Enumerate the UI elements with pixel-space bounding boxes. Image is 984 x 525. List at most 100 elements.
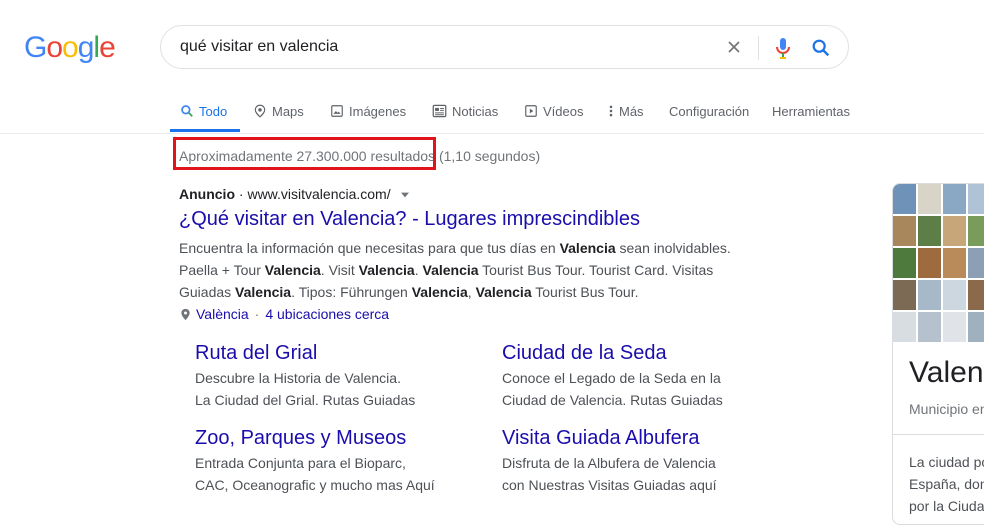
sitelink-title[interactable]: Ruta del Grial bbox=[195, 342, 317, 365]
ad-desc-text: Encuentra la información que necesitas p… bbox=[179, 240, 560, 256]
photo-thumbnail[interactable] bbox=[893, 248, 916, 278]
tab-maps[interactable]: Maps bbox=[253, 101, 304, 121]
search-icon bbox=[181, 105, 193, 117]
sitelink-desc-line: Disfruta de la Albufera de Valencia bbox=[502, 455, 716, 471]
photo-thumbnail[interactable] bbox=[893, 280, 916, 310]
tab-label: Vídeos bbox=[543, 103, 584, 119]
tab-label: Herramientas bbox=[772, 103, 851, 119]
ad-desc-bold: Valencia bbox=[559, 240, 616, 256]
active-tab-indicator bbox=[170, 129, 240, 132]
search-divider bbox=[758, 36, 759, 60]
tab-configuracion[interactable]: Configuración bbox=[669, 101, 749, 121]
knowledge-panel-subtitle: Municipio en bbox=[909, 401, 984, 417]
logo-letter: G bbox=[24, 31, 47, 64]
ad-desc-text: Tourist Bus Tour. bbox=[531, 284, 639, 300]
sitelink-desc: Disfruta de la Albufera de Valencia con … bbox=[502, 452, 717, 496]
sitelink-desc-line: Descubre la Historia de Valencia. bbox=[195, 370, 401, 386]
photo-thumbnail[interactable] bbox=[943, 280, 966, 310]
logo-letter: o bbox=[62, 31, 79, 64]
ad-desc-bold: Valencia bbox=[358, 262, 415, 278]
highlight-box bbox=[173, 137, 436, 170]
kp-desc-line: La ciudad po bbox=[909, 454, 984, 470]
search-input[interactable]: qué visitar en valencia bbox=[180, 38, 338, 56]
more-vert-icon bbox=[609, 105, 613, 117]
map-pin-icon bbox=[254, 104, 266, 118]
photo-thumbnail[interactable] bbox=[968, 216, 984, 246]
photo-thumbnail[interactable] bbox=[893, 312, 916, 342]
photo-thumbnail[interactable] bbox=[918, 248, 941, 278]
photo-thumbnail[interactable] bbox=[893, 184, 916, 214]
ad-desc-bold: Valencia bbox=[235, 284, 292, 300]
close-icon[interactable] bbox=[724, 37, 744, 57]
ad-desc-bold: Valencia bbox=[411, 284, 468, 300]
photo-thumbnail[interactable] bbox=[918, 280, 941, 310]
logo-letter: g bbox=[77, 31, 95, 64]
photo-thumbnail[interactable] bbox=[968, 184, 984, 214]
ad-desc-bold: Valencia bbox=[422, 262, 479, 278]
ad-desc-line-2: Paella + Tour Valencia. Visit Valencia. … bbox=[179, 259, 779, 281]
sitelink-title[interactable]: Ciudad de la Seda bbox=[502, 342, 667, 365]
location-separator: · bbox=[254, 306, 260, 322]
tab-todo[interactable]: Todo bbox=[180, 101, 227, 121]
photo-thumbnail[interactable] bbox=[943, 312, 966, 342]
ad-location[interactable]: València · 4 ubicaciones cerca bbox=[181, 306, 389, 322]
tab-videos[interactable]: Vídeos bbox=[524, 101, 583, 121]
photo-thumbnail[interactable] bbox=[943, 248, 966, 278]
knowledge-panel-divider bbox=[893, 434, 984, 435]
photo-thumbnail[interactable] bbox=[918, 216, 941, 246]
tab-imagenes[interactable]: Imágenes bbox=[330, 101, 406, 121]
photo-thumbnail[interactable] bbox=[943, 184, 966, 214]
search-icon[interactable] bbox=[810, 37, 832, 59]
photo-thumbnail[interactable] bbox=[893, 216, 916, 246]
ad-label: Anuncio bbox=[179, 186, 235, 202]
locations-more-link[interactable]: 4 ubicaciones cerca bbox=[265, 306, 389, 322]
tab-label: Maps bbox=[272, 103, 304, 119]
tab-herramientas[interactable]: Herramientas bbox=[772, 101, 850, 121]
photo-thumbnail[interactable] bbox=[968, 248, 984, 278]
photo-thumbnail[interactable] bbox=[943, 216, 966, 246]
knowledge-panel-description: La ciudad po España, don por la Ciuda bbox=[909, 451, 984, 517]
photo-thumbnail[interactable] bbox=[918, 184, 941, 214]
photo-thumbnail[interactable] bbox=[968, 280, 984, 310]
image-icon bbox=[331, 105, 343, 117]
ad-desc-text: . Visit bbox=[320, 262, 359, 278]
ad-desc-text: sean inolvidables. bbox=[615, 240, 731, 256]
sitelink-desc-line: Ciudad de Valencia. Rutas Guiadas bbox=[502, 392, 723, 408]
results-time: (1,10 segundos) bbox=[438, 148, 541, 164]
sitelink-title[interactable]: Visita Guiada Albufera bbox=[502, 427, 700, 450]
photo-thumbnail[interactable] bbox=[918, 312, 941, 342]
search-box[interactable]: qué visitar en valencia bbox=[160, 25, 849, 69]
location-link[interactable]: València bbox=[196, 306, 249, 322]
sitelink-desc: Entrada Conjunta para el Bioparc, CAC, O… bbox=[195, 452, 435, 496]
ad-description: Encuentra la información que necesitas p… bbox=[179, 237, 779, 303]
ad-url[interactable]: www.visitvalencia.com/ bbox=[247, 186, 390, 202]
tab-label: Configuración bbox=[669, 103, 750, 119]
logo-letter: e bbox=[99, 31, 116, 64]
kp-desc-line: por la Ciuda bbox=[909, 498, 984, 514]
ad-desc-bold: Valencia bbox=[475, 284, 532, 300]
tab-label: Noticias bbox=[452, 103, 499, 119]
ad-desc-line-3: Guiadas Valencia. Tipos: Führungen Valen… bbox=[179, 281, 779, 303]
sitelink-title[interactable]: Zoo, Parques y Museos bbox=[195, 427, 406, 450]
knowledge-panel-title: Valenc bbox=[909, 356, 984, 389]
tab-mas[interactable]: Más bbox=[608, 101, 644, 121]
knowledge-panel: Valenc Municipio en La ciudad po España,… bbox=[892, 183, 984, 525]
news-icon bbox=[432, 104, 447, 118]
sitelink-desc-line: Conoce el Legado de la Seda en la bbox=[502, 370, 721, 386]
tab-noticias[interactable]: Noticias bbox=[432, 101, 498, 121]
knowledge-panel-images[interactable] bbox=[893, 184, 984, 342]
microphone-icon[interactable] bbox=[773, 36, 793, 60]
photo-thumbnail[interactable] bbox=[968, 312, 984, 342]
header-divider bbox=[0, 133, 984, 134]
kp-desc-line: España, don bbox=[909, 476, 984, 492]
tab-label: Imágenes bbox=[349, 103, 407, 119]
ad-header: Anuncio · www.visitvalencia.com/ bbox=[179, 186, 409, 202]
caret-down-icon[interactable] bbox=[400, 192, 409, 198]
ad-desc-text: Guiadas bbox=[179, 284, 236, 300]
google-logo[interactable]: Google bbox=[24, 31, 116, 65]
ad-title-link[interactable]: ¿Qué visitar en Valencia? - Lugares impr… bbox=[179, 208, 640, 231]
sitelink-desc: Descubre la Historia de Valencia. La Ciu… bbox=[195, 367, 415, 411]
ad-desc-text: . Tipos: Führungen bbox=[291, 284, 412, 300]
sitelink-desc-line: CAC, Oceanografic y mucho mas Aquí bbox=[195, 477, 435, 493]
ad-desc-text: Paella + Tour bbox=[179, 262, 265, 278]
